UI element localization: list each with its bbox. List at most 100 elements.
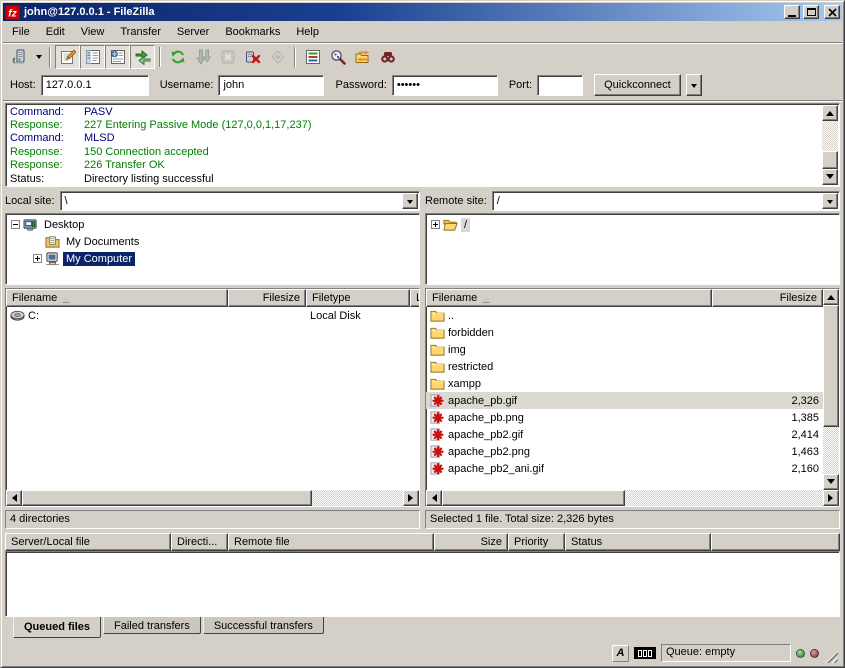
menu-bookmarks[interactable]: Bookmarks [217,23,288,41]
local-site-row: Local site: \ [5,191,420,213]
queue-list[interactable] [5,551,840,617]
column-header-filetype[interactable]: Filetype [306,289,410,307]
file-row[interactable]: forbidden [426,324,823,341]
column-header-filename[interactable]: Filename [6,289,228,307]
close-button[interactable] [824,5,840,19]
scroll-right-button[interactable] [823,490,839,506]
resize-grip[interactable] [824,649,838,663]
file-row-c-drive[interactable]: C: Local Disk [6,307,419,324]
toggle-transfer-queue-button[interactable] [130,45,155,69]
scroll-down-button[interactable] [822,169,838,185]
tab-successful-transfers[interactable]: Successful transfers [203,617,324,634]
username-input[interactable] [218,75,324,96]
scrollbar-track[interactable] [822,121,838,169]
host-input[interactable] [41,75,149,96]
toggle-remote-tree-button[interactable] [105,45,130,69]
remote-site-combo[interactable]: / [492,191,840,211]
find-files-button[interactable] [375,45,400,69]
tree-item-root[interactable]: / [427,216,838,233]
directory-comparison-button[interactable] [325,45,350,69]
reconnect-button[interactable] [265,45,290,69]
file-row[interactable]: apache_pb2.gif 2,414 [426,426,823,443]
menu-help[interactable]: Help [288,23,327,41]
tree-item-my-documents[interactable]: My Documents [7,233,418,250]
scrollbar-thumb[interactable] [22,490,312,506]
file-row[interactable]: .. [426,307,823,324]
toggle-local-tree-button[interactable] [80,45,105,69]
column-header-last-modified[interactable]: L [410,289,419,307]
tab-failed-transfers[interactable]: Failed transfers [103,617,201,634]
tree-item-label: Desktop [41,218,87,232]
tree-item-my-computer[interactable]: My Computer [7,250,418,267]
file-row[interactable]: apache_pb2.png 1,463 [426,443,823,460]
process-queue-button[interactable] [190,45,215,69]
scroll-left-button[interactable] [426,490,442,506]
menu-view[interactable]: View [73,23,113,41]
site-manager-button[interactable] [7,45,32,69]
column-header-server-local-file[interactable]: Server/Local file [5,533,171,551]
local-site-value: \ [65,195,68,207]
expand-icon[interactable] [33,254,42,263]
disconnect-button[interactable] [240,45,265,69]
column-header-size[interactable]: Size [434,533,508,551]
data-type-indicator-icon[interactable]: A [612,645,629,662]
tab-queued-files[interactable]: Queued files [13,617,101,638]
port-input[interactable] [537,75,583,96]
scroll-up-button[interactable] [823,289,839,305]
column-header-status[interactable]: Status [565,533,711,551]
remote-list-header: Filename Filesize [426,289,823,307]
column-header-remote-file[interactable]: Remote file [228,533,434,551]
remote-horizontal-scrollbar [426,490,839,506]
scroll-up-button[interactable] [822,105,838,121]
local-site-combo[interactable]: \ [60,191,420,211]
menu-edit[interactable]: Edit [38,23,73,41]
scrollbar-thumb[interactable] [442,490,625,506]
local-tree-icon [85,49,101,65]
scrollbar-track[interactable] [22,490,403,506]
scrollbar-thumb[interactable] [822,151,838,169]
quickconnect-dropdown[interactable] [686,74,702,96]
minimize-button[interactable] [784,5,800,19]
site-manager-dropdown[interactable] [32,45,45,69]
column-header-filesize[interactable]: Filesize [228,289,306,307]
file-row[interactable]: apache_pb2_ani.gif 2,160 [426,460,823,477]
file-row-selected[interactable]: apache_pb.gif 2,326 [426,392,823,409]
remote-site-combo-button[interactable] [822,193,838,209]
log-line-text: 150 Connection accepted [84,146,209,158]
file-row[interactable]: xampp [426,375,823,392]
file-size: 1,385 [791,412,819,424]
scrollbar-track[interactable] [442,490,823,506]
column-header-filesize[interactable]: Filesize [712,289,823,307]
column-header-priority[interactable]: Priority [508,533,565,551]
toolbar-separator [294,47,296,67]
collapse-icon[interactable] [11,220,20,229]
app-icon[interactable] [5,5,20,20]
scroll-down-button[interactable] [823,474,839,490]
quickconnect-button[interactable]: Quickconnect [594,74,681,96]
folder-open-icon [443,217,458,232]
column-header-filename[interactable]: Filename [426,289,712,307]
refresh-button[interactable] [165,45,190,69]
speed-limit-icon[interactable] [634,647,656,659]
file-row[interactable]: restricted [426,358,823,375]
password-input[interactable] [392,75,498,96]
scrollbar-track[interactable] [823,305,839,474]
scroll-right-button[interactable] [403,490,419,506]
column-header-direction[interactable]: Directi... [171,533,228,551]
menu-file[interactable]: File [4,23,38,41]
tree-item-desktop[interactable]: Desktop [7,216,418,233]
local-site-combo-button[interactable] [402,193,418,209]
menu-server[interactable]: Server [169,23,217,41]
toggle-message-log-button[interactable] [55,45,80,69]
local-file-list: Filename Filesize Filetype L C: [5,288,420,507]
file-row[interactable]: img [426,341,823,358]
file-row[interactable]: apache_pb.png 1,385 [426,409,823,426]
synchronized-browsing-button[interactable] [350,45,375,69]
cancel-operation-button[interactable] [215,45,240,69]
maximize-button[interactable] [803,5,819,19]
scrollbar-thumb[interactable] [823,305,839,427]
scroll-left-button[interactable] [6,490,22,506]
expand-icon[interactable] [431,220,440,229]
menu-transfer[interactable]: Transfer [112,23,169,41]
filter-button[interactable] [300,45,325,69]
